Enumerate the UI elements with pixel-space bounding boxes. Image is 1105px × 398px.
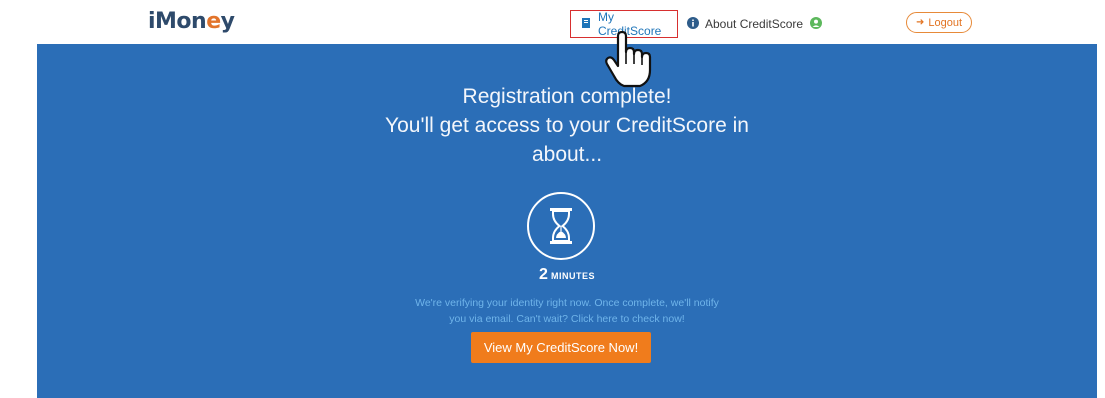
verification-note[interactable]: We're verifying your identity right now.… bbox=[367, 295, 767, 327]
view-creditscore-button[interactable]: View My CreditScore Now! bbox=[471, 332, 651, 363]
registration-headline: Registration complete! You'll get access… bbox=[37, 82, 1097, 169]
view-creditscore-label: View My CreditScore Now! bbox=[483, 340, 639, 355]
top-bar: iMoney My CreditScore About CreditScore … bbox=[0, 0, 1105, 44]
user-icon bbox=[810, 16, 828, 32]
logo-text-end: y bbox=[220, 9, 235, 34]
headline-line-1: Registration complete! bbox=[462, 85, 672, 108]
info-icon bbox=[687, 16, 705, 32]
headline-line-2: You'll get access to your CreditScore in bbox=[385, 114, 749, 137]
note-line-2: you via email. Can't wait? Click here to… bbox=[449, 313, 685, 325]
hourglass-icon bbox=[525, 190, 597, 267]
nav-about-creditscore[interactable]: About CreditScore bbox=[687, 10, 803, 38]
logout-button[interactable]: ➜ Logout bbox=[906, 12, 972, 33]
note-line-1: We're verifying your identity right now.… bbox=[415, 297, 719, 309]
timer-unit: MINUTES bbox=[550, 271, 595, 281]
hand-pointer-cursor-icon bbox=[604, 30, 652, 93]
nav-about-creditscore-label: About CreditScore bbox=[705, 17, 804, 31]
logo-text-accent: e bbox=[206, 9, 221, 34]
headline-line-3: about... bbox=[531, 143, 603, 166]
logout-label: Logout bbox=[928, 16, 963, 29]
timer-value: 2 bbox=[539, 266, 548, 283]
document-icon bbox=[581, 17, 598, 32]
imoney-logo[interactable]: iMoney bbox=[148, 9, 235, 34]
registration-hero: Registration complete! You'll get access… bbox=[37, 44, 1097, 398]
arrow-right-icon: ➜ bbox=[915, 17, 925, 28]
logo-text: iMon bbox=[148, 9, 207, 34]
nav-user-profile[interactable] bbox=[810, 10, 828, 38]
countdown-timer: 2 MINUTES bbox=[37, 266, 1097, 284]
